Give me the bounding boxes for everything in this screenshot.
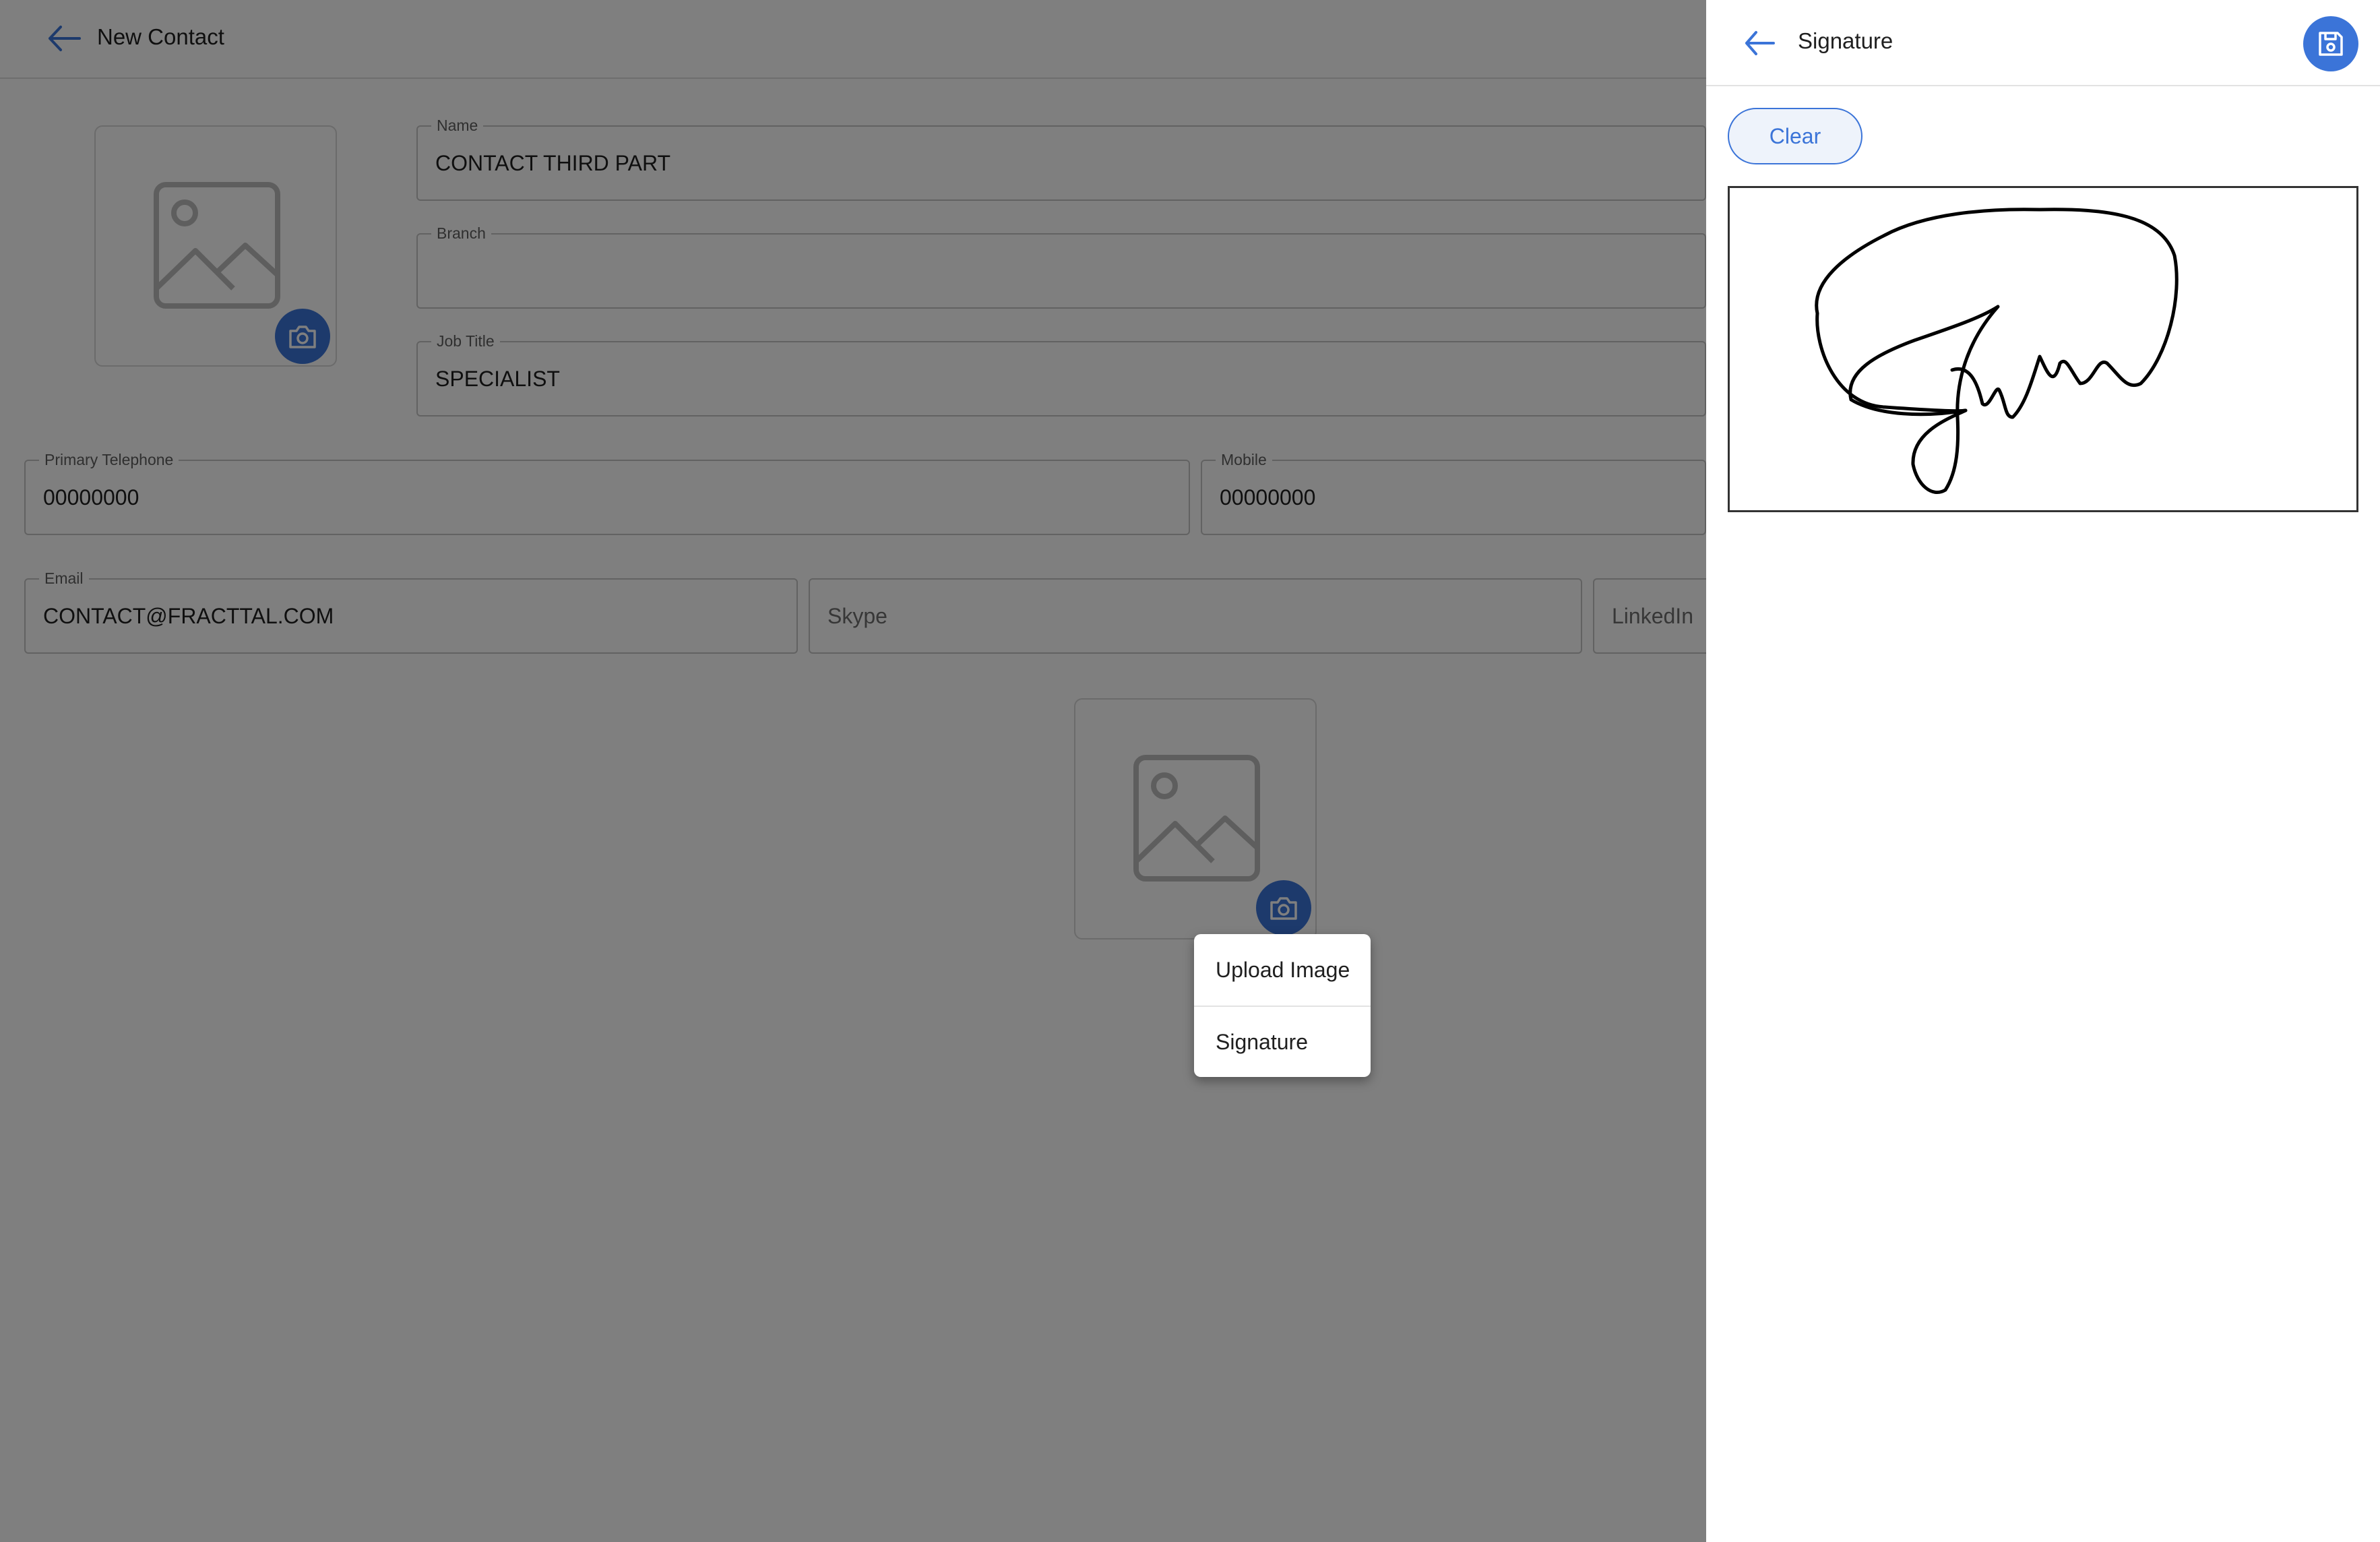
photo-options-menu: Upload Image Signature [1194,934,1371,1077]
clear-signature-button[interactable]: Clear [1728,108,1862,164]
save-icon [2319,32,2343,56]
signature-panel: Signature Clear [1706,0,2380,1542]
menu-item-upload-image[interactable]: Upload Image [1194,934,1371,1006]
signature-canvas[interactable] [1728,186,2358,512]
modal-backdrop[interactable] [0,0,1706,1542]
signature-panel-header: Signature [1706,0,2380,86]
signature-back-button[interactable] [1741,27,1776,59]
signature-drawing [1815,208,2179,495]
save-signature-button[interactable] [2303,16,2358,71]
signature-title: Signature [1798,28,1893,53]
arrow-left-icon [1745,31,1775,55]
menu-item-signature[interactable]: Signature [1194,1006,1371,1077]
